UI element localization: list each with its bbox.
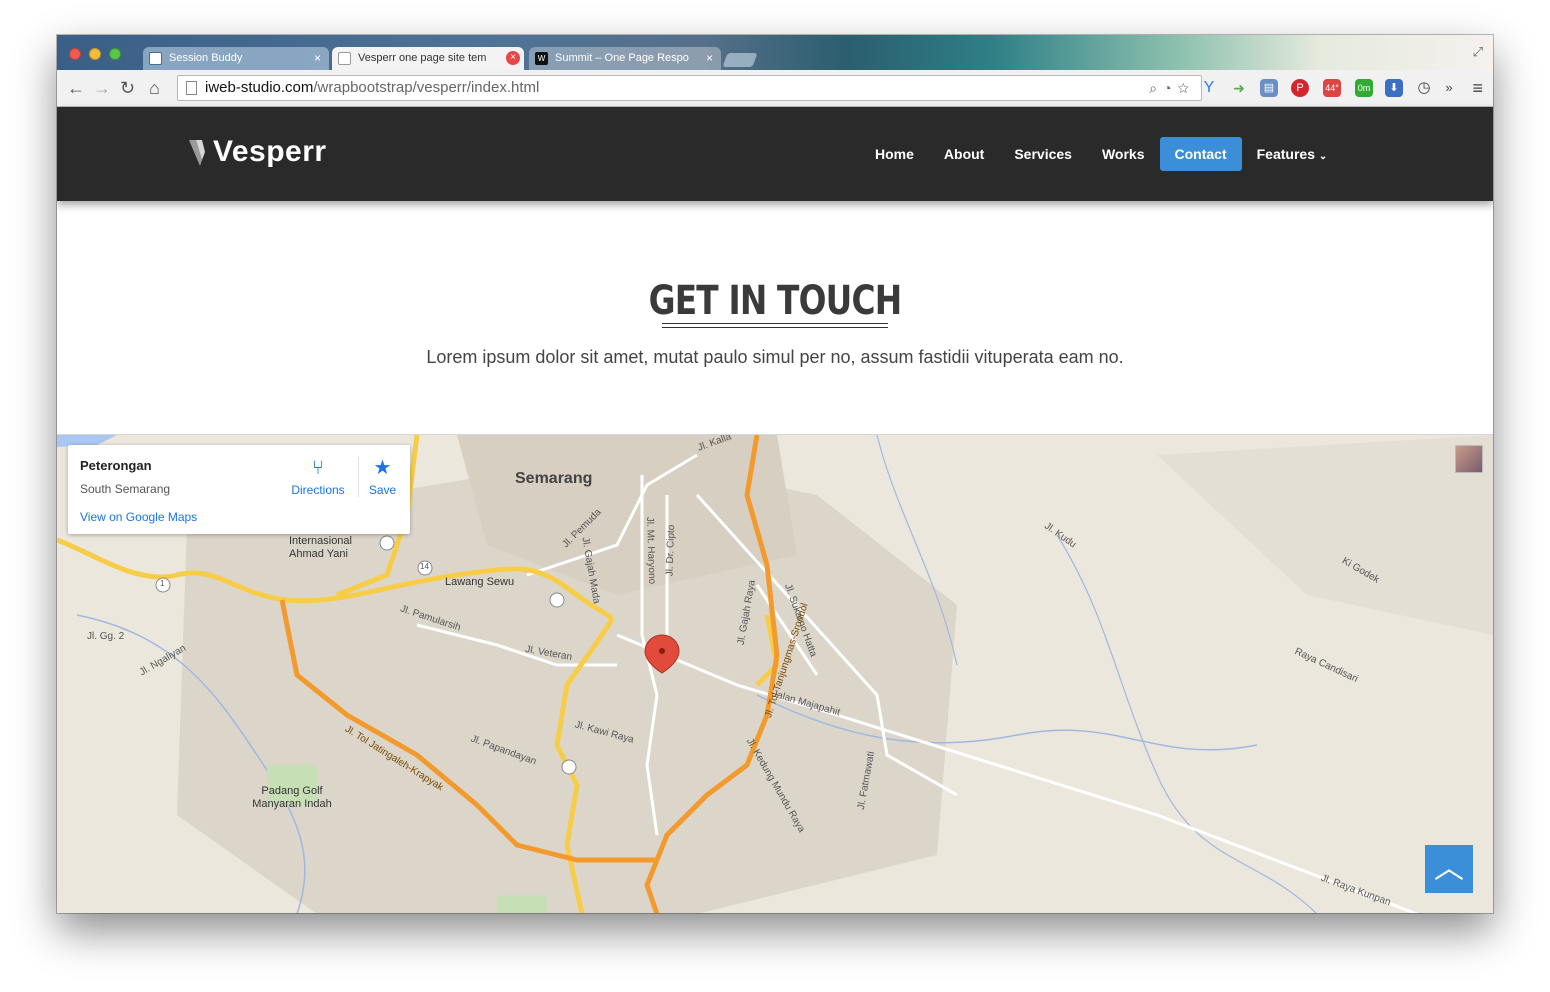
extension-y-icon[interactable]: Y: [1200, 79, 1218, 97]
new-tab-button[interactable]: [722, 53, 758, 67]
pinterest-icon[interactable]: P: [1291, 79, 1309, 97]
nav-features[interactable]: Features ⌄: [1242, 137, 1343, 171]
chevron-up-icon: ︿: [1434, 852, 1464, 885]
save-button[interactable]: ★ Save: [358, 457, 406, 497]
extension-arrow-icon[interactable]: ➜: [1230, 79, 1248, 97]
route-shield-label: 1: [160, 579, 165, 588]
window-controls: [69, 48, 121, 60]
reload-icon[interactable]: ↻: [120, 78, 135, 98]
nav-services[interactable]: Services: [999, 137, 1087, 171]
tab-summit[interactable]: W Summit – One Page Respo ×: [529, 47, 721, 70]
google-map[interactable]: Semarang Internasional Ahmad Yani Lawang…: [57, 434, 1493, 913]
url-domain: iweb-studio.com: [205, 79, 314, 96]
place-area: South Semarang: [80, 482, 171, 496]
summit-favicon-icon: W: [535, 52, 548, 65]
tab-session-buddy[interactable]: Session Buddy ×: [143, 47, 329, 70]
tab-title: Session Buddy: [169, 52, 243, 64]
fullscreen-icon[interactable]: ⤢: [1473, 44, 1483, 60]
browser-toolbar: ← → ↻ ⌂ iweb-studio.com/wrapbootstrap/ve…: [57, 70, 1493, 107]
directions-icon: ⑂: [312, 457, 324, 479]
session-buddy-favicon-icon: [149, 52, 162, 65]
logo-text: Vesperr: [213, 135, 327, 168]
map-info-card: Peterongan South Semarang View on Google…: [68, 445, 410, 534]
extension-window-icon[interactable]: ▤: [1260, 79, 1278, 97]
clock-icon[interactable]: ◷: [1415, 79, 1433, 97]
back-to-top-button[interactable]: ︿: [1425, 845, 1473, 893]
view-on-google-maps-link[interactable]: View on Google Maps: [80, 510, 197, 524]
save-label: Save: [368, 483, 397, 497]
map-label-lawang-sewu: Lawang Sewu: [445, 576, 515, 588]
back-arrow-icon[interactable]: ←: [67, 78, 85, 98]
nav-home[interactable]: Home: [860, 137, 929, 171]
home-icon[interactable]: ⌂: [149, 78, 160, 98]
weather-badge-text: 44°: [1325, 83, 1339, 93]
map-label-jl-mt-haryono: Jl. Mt. Haryono: [643, 516, 658, 585]
main-nav: Home About Services Works Contact Featur…: [860, 137, 1342, 171]
tab-vesperr[interactable]: Vesperr one page site tem ×: [332, 47, 524, 70]
overflow-chevron-icon[interactable]: »: [1440, 79, 1458, 97]
star-icon: ★: [373, 457, 392, 479]
map-label-jl-dr-cipto: Jl. Dr. Cipto: [664, 524, 678, 577]
place-name: Peterongan: [80, 458, 152, 473]
forward-arrow-icon[interactable]: →: [93, 78, 111, 98]
nav-features-label: Features: [1256, 146, 1315, 162]
site-header: Vesperr Home About Services Works Contac…: [57, 107, 1493, 201]
logo-mark-icon: [189, 140, 205, 166]
map-label-jl-gg2: Jl. Gg. 2: [87, 631, 125, 642]
tab-title: Summit – One Page Respo: [555, 52, 689, 64]
nav-about[interactable]: About: [929, 137, 999, 171]
contact-section: GET IN TOUCH Lorem ipsum dolor sit amet,…: [57, 201, 1493, 434]
nav-works[interactable]: Works: [1087, 137, 1160, 171]
section-description: Lorem ipsum dolor sit amet, mutat paulo …: [426, 347, 1124, 367]
lightbulb-icon[interactable]: ◔: [1163, 80, 1177, 96]
browser-window: Session Buddy × Vesperr one page site te…: [57, 35, 1493, 913]
page-favicon-icon: [338, 52, 351, 65]
tab-strip: Session Buddy × Vesperr one page site te…: [57, 35, 1493, 70]
tab-close-icon[interactable]: ×: [314, 47, 321, 70]
site-logo[interactable]: Vesperr: [189, 135, 327, 169]
title-underline: [662, 323, 888, 328]
traffic-badge-text: 0m: [1357, 83, 1371, 93]
directions-label: Directions: [291, 483, 345, 497]
chevron-down-icon: ⌄: [1318, 151, 1328, 162]
route-shield-label: 14: [420, 562, 429, 571]
zoom-window-button[interactable]: [109, 48, 121, 60]
page-icon: [186, 81, 197, 95]
nav-contact[interactable]: Contact: [1159, 137, 1242, 171]
bookmark-star-icon[interactable]: ☆: [1178, 80, 1195, 96]
section-title: GET IN TOUCH: [648, 278, 903, 324]
menu-icon[interactable]: ≡: [1472, 78, 1483, 99]
address-bar[interactable]: iweb-studio.com/wrapbootstrap/vesperr/in…: [177, 75, 1202, 101]
tab-close-icon[interactable]: ×: [706, 47, 713, 70]
search-icon[interactable]: ⌕: [1149, 80, 1163, 96]
minimize-window-button[interactable]: [89, 48, 101, 60]
weather-badge[interactable]: 44°: [1323, 79, 1341, 97]
download-icon[interactable]: ⬇: [1385, 79, 1403, 97]
tab-close-icon[interactable]: ×: [506, 51, 520, 65]
tab-title: Vesperr one page site tem: [358, 52, 487, 64]
user-avatar[interactable]: [1455, 445, 1483, 473]
map-label-golf: Padang Golf Manyaran Indah: [252, 785, 332, 810]
omnibox-actions: ⌕◔☆: [1149, 76, 1195, 100]
url-path: /wrapbootstrap/vesperr/index.html: [313, 79, 540, 96]
close-window-button[interactable]: [69, 48, 81, 60]
directions-button[interactable]: ⑂ Directions: [283, 457, 353, 497]
map-label-airport: Internasional Ahmad Yani: [289, 535, 352, 560]
traffic-badge[interactable]: 0m: [1355, 79, 1373, 97]
map-label-city: Semarang: [515, 470, 593, 487]
